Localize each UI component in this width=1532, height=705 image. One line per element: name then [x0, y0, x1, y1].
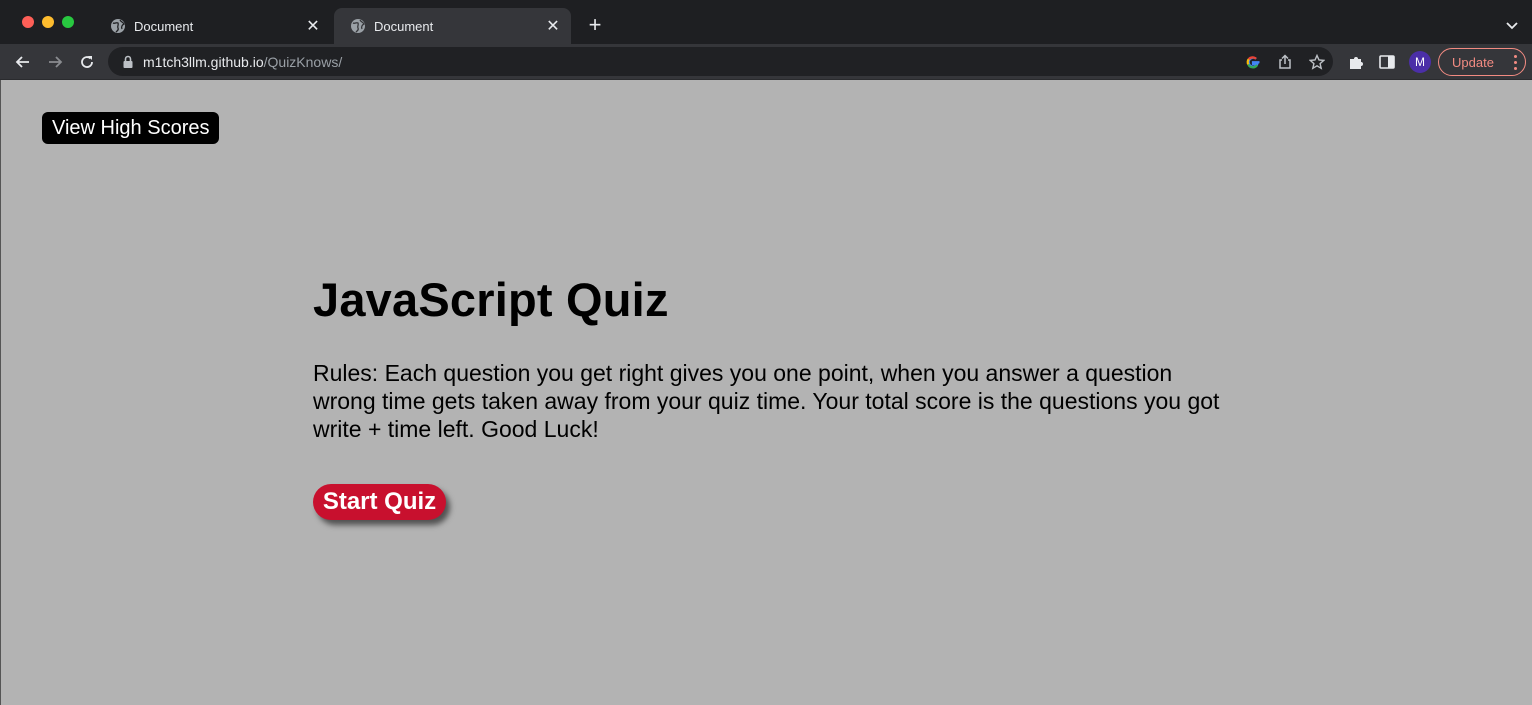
puzzle-icon[interactable] — [1343, 49, 1369, 75]
update-label: Update — [1452, 54, 1494, 70]
kebab-icon — [1514, 55, 1517, 70]
forward-arrow-icon[interactable] — [42, 49, 68, 75]
tab-document-2[interactable]: Document ✕ — [334, 8, 571, 44]
browser-toolbar: m1tch3llm.github.io /QuizKnows/ M Update — [0, 44, 1532, 80]
minimize-window-button[interactable] — [42, 16, 54, 28]
back-arrow-icon[interactable] — [10, 49, 36, 75]
rules-text: Rules: Each question you get right gives… — [313, 360, 1220, 442]
url-host: m1tch3llm.github.io — [143, 53, 264, 70]
url-path: /QuizKnows/ — [263, 53, 343, 70]
maximize-window-button[interactable] — [62, 16, 74, 28]
google-icon[interactable] — [1237, 47, 1269, 76]
chevron-down-icon[interactable] — [1500, 13, 1524, 37]
share-icon[interactable] — [1269, 47, 1301, 76]
update-button[interactable]: Update — [1438, 48, 1526, 76]
close-icon[interactable]: ✕ — [541, 14, 565, 38]
tab-title: Document — [134, 18, 194, 34]
page-content: View High Scores JavaScript Quiz Rules: … — [0, 80, 1532, 705]
tab-strip: Document ✕ Document ✕ + — [0, 0, 1532, 44]
tab-title: Document — [374, 18, 434, 34]
sidebar-icon[interactable] — [1374, 49, 1400, 75]
plus-icon[interactable]: + — [583, 13, 607, 37]
globe-icon — [110, 18, 126, 34]
globe-icon — [350, 18, 366, 34]
page-title: JavaScript Quiz — [313, 273, 669, 326]
star-icon[interactable] — [1301, 47, 1333, 76]
address-bar[interactable]: m1tch3llm.github.io /QuizKnows/ — [108, 47, 1333, 76]
tab-document-1[interactable]: Document ✕ — [94, 8, 331, 44]
close-window-button[interactable] — [22, 16, 34, 28]
start-quiz-button[interactable]: Start Quiz — [313, 484, 446, 520]
close-icon[interactable]: ✕ — [301, 14, 325, 38]
lock-icon[interactable] — [122, 55, 136, 69]
avatar[interactable]: M — [1409, 51, 1431, 73]
reload-icon[interactable] — [74, 49, 100, 75]
view-high-scores-button[interactable]: View High Scores — [42, 112, 220, 144]
